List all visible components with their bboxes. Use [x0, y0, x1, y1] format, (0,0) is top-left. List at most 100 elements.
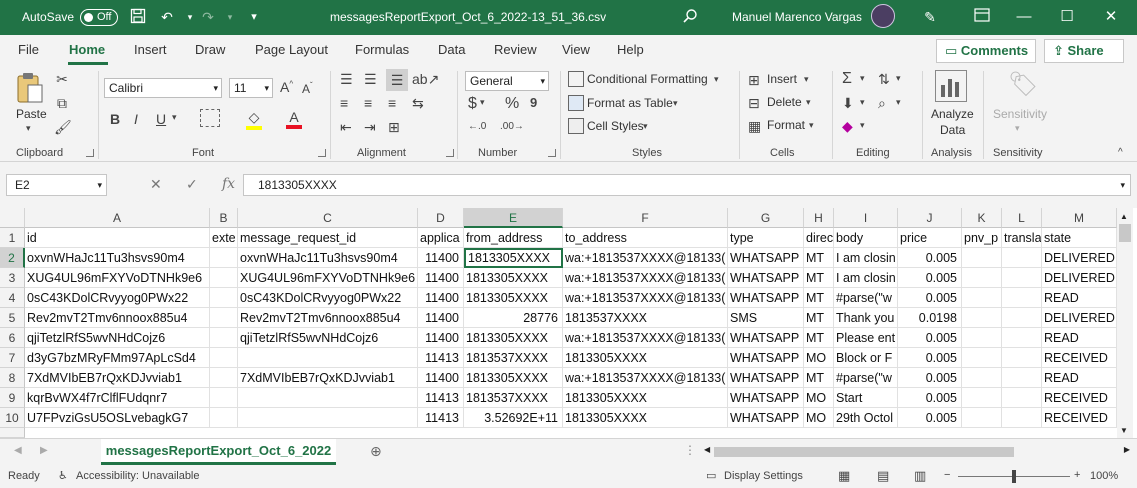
autosum-icon[interactable]: Σ: [842, 70, 852, 88]
table-cell[interactable]: 0.005: [898, 408, 962, 428]
table-cell[interactable]: kqrBvWX4f7rClflFUdqnr7: [25, 388, 210, 408]
underline-icon[interactable]: U: [156, 111, 166, 127]
table-cell[interactable]: qjiTetzlRfS5wvNHdCojz6: [238, 328, 418, 348]
zoom-out-icon[interactable]: −: [944, 469, 950, 481]
format-cells-label[interactable]: Format: [767, 118, 805, 132]
chevron-down-icon[interactable]: ▾: [896, 97, 901, 108]
paste-icon[interactable]: [14, 71, 46, 105]
redo-dropdown-icon[interactable]: ▾: [220, 8, 240, 26]
table-cell[interactable]: 0.0198: [898, 308, 962, 328]
table-cell[interactable]: XUG4UL96mFXYVoDTNHk9e6: [238, 268, 418, 288]
table-cell[interactable]: 1813537XXXX: [563, 308, 728, 328]
insert-function-icon[interactable]: fx: [222, 176, 235, 192]
share-button[interactable]: ⇪ Share: [1044, 39, 1124, 63]
tab-page-layout[interactable]: Page Layout: [255, 42, 328, 57]
table-cell[interactable]: 0.005: [898, 288, 962, 308]
decrease-font-icon[interactable]: Aˇ: [302, 81, 313, 96]
vertical-scrollbar[interactable]: ▲ ▼: [1117, 208, 1133, 438]
table-cell[interactable]: 11413: [418, 388, 464, 408]
align-center-icon[interactable]: ≡: [364, 95, 372, 111]
table-cell[interactable]: [962, 308, 1002, 328]
cancel-icon[interactable]: ✕: [150, 176, 162, 193]
comma-style-icon[interactable]: 9: [530, 95, 537, 110]
table-cell[interactable]: 11400: [418, 288, 464, 308]
table-cell[interactable]: d3yG7bzMRyFMm97ApLcSd4: [25, 348, 210, 368]
tab-file[interactable]: File: [18, 42, 39, 57]
table-cell[interactable]: I am closin: [834, 268, 898, 288]
undo-dropdown-icon[interactable]: ▾: [180, 8, 200, 26]
chevron-down-icon[interactable]: ▾: [804, 74, 809, 85]
table-cell[interactable]: I am closin: [834, 248, 898, 268]
table-cell[interactable]: 0.005: [898, 268, 962, 288]
table-cell[interactable]: qjiTetzlRfS5wvNHdCojz6: [25, 328, 210, 348]
align-bottom-icon[interactable]: ☰: [386, 69, 408, 91]
format-painter-icon[interactable]: 🖌: [54, 119, 72, 136]
increase-decimal-icon[interactable]: ←.0: [468, 121, 486, 132]
add-sheet-icon[interactable]: ⊕: [370, 443, 382, 460]
table-cell[interactable]: DELIVERED: [1042, 248, 1117, 268]
table-cell[interactable]: READ: [1042, 288, 1117, 308]
table-cell[interactable]: Thank you: [834, 308, 898, 328]
table-cell[interactable]: oxvnWHaJc11Tu3hsvs90m4: [25, 248, 210, 268]
font-name-box[interactable]: Calibri ▾: [104, 78, 222, 98]
currency-dropdown-icon[interactable]: ▾: [480, 97, 485, 108]
scroll-thumb[interactable]: [1119, 224, 1131, 242]
copy-icon[interactable]: ⧉: [54, 95, 70, 112]
ribbon-display-icon[interactable]: [972, 8, 992, 26]
insert-cells-label[interactable]: Insert: [767, 72, 797, 86]
table-cell[interactable]: MT: [804, 268, 834, 288]
orientation-icon[interactable]: ab↗: [412, 71, 439, 88]
decrease-indent-icon[interactable]: ⇤: [340, 119, 352, 136]
increase-indent-icon[interactable]: ⇥: [364, 119, 376, 136]
zoom-level[interactable]: 100%: [1090, 470, 1118, 482]
chevron-down-icon[interactable]: ▾: [714, 74, 719, 85]
table-cell[interactable]: #parse("w: [834, 368, 898, 388]
accessibility-status[interactable]: Accessibility: Unavailable: [76, 470, 200, 482]
zoom-slider-thumb[interactable]: [1012, 470, 1016, 483]
wrap-text-icon[interactable]: ⇆: [412, 95, 424, 112]
column-header-g[interactable]: G: [728, 208, 804, 228]
column-header-l[interactable]: L: [1002, 208, 1042, 228]
column-header-j[interactable]: J: [898, 208, 962, 228]
table-cell[interactable]: 0.005: [898, 328, 962, 348]
table-cell[interactable]: wa:+1813537XXXX@18133(: [563, 268, 728, 288]
table-cell[interactable]: [210, 408, 238, 428]
column-header-e[interactable]: E: [464, 208, 563, 228]
table-cell[interactable]: WHATSAPP: [728, 268, 804, 288]
table-cell[interactable]: 1813305XXXX: [464, 288, 563, 308]
table-cell[interactable]: [1002, 248, 1042, 268]
table-cell[interactable]: [962, 388, 1002, 408]
conditional-formatting-icon[interactable]: [568, 71, 584, 87]
table-cell[interactable]: 11400: [418, 368, 464, 388]
table-cell[interactable]: 1813305XXXX: [563, 388, 728, 408]
save-icon[interactable]: [128, 8, 148, 26]
paste-dropdown-icon[interactable]: ▾: [26, 123, 31, 134]
borders-icon[interactable]: [200, 109, 220, 127]
table-cell[interactable]: [1002, 388, 1042, 408]
underline-dropdown-icon[interactable]: ▾: [172, 112, 177, 123]
column-header-b[interactable]: B: [210, 208, 238, 228]
table-cell[interactable]: MO: [804, 388, 834, 408]
zoom-in-icon[interactable]: +: [1074, 469, 1080, 481]
clipboard-launcher-icon[interactable]: [86, 149, 94, 157]
table-cell[interactable]: Please ent: [834, 328, 898, 348]
chevron-down-icon[interactable]: ▾: [896, 73, 901, 84]
table-cell[interactable]: WHATSAPP: [728, 408, 804, 428]
next-sheet-icon[interactable]: ▶: [40, 445, 48, 456]
table-cell[interactable]: [238, 408, 418, 428]
table-cell[interactable]: MT: [804, 288, 834, 308]
redo-icon[interactable]: ↷: [198, 8, 218, 26]
table-cell[interactable]: [962, 348, 1002, 368]
table-cell[interactable]: U7FPvziGsU5OSLvebagkG7: [25, 408, 210, 428]
table-cell[interactable]: [238, 348, 418, 368]
analyze-data-icon[interactable]: [935, 70, 967, 102]
table-cell[interactable]: [210, 348, 238, 368]
row-header[interactable]: 10: [0, 408, 25, 428]
table-cell[interactable]: WHATSAPP: [728, 348, 804, 368]
table-cell[interactable]: [962, 288, 1002, 308]
table-cell[interactable]: 11400: [418, 248, 464, 268]
maximize-icon[interactable]: ☐: [1056, 6, 1078, 28]
scroll-down-icon[interactable]: ▼: [1120, 426, 1128, 435]
row-header[interactable]: 6: [0, 328, 25, 348]
row-header-partial[interactable]: [0, 428, 25, 438]
